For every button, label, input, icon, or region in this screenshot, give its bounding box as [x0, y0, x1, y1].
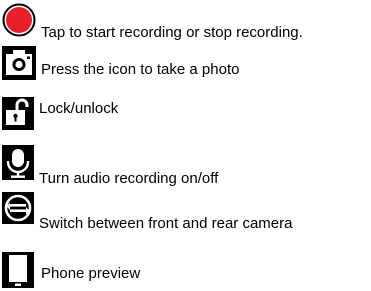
legend-text-lock: Lock/unlock: [39, 100, 119, 117]
legend-text-phone-preview: Phone preview: [41, 265, 141, 282]
camera-icon: [2, 46, 36, 80]
legend-item-record: Tap to start recording or stop recording…: [0, 0, 371, 44]
legend-item-lock: Lock/unlock: [0, 84, 371, 140]
legend-text-record: Tap to start recording or stop recording…: [41, 24, 303, 41]
switch-camera-icon: [2, 192, 34, 224]
legend-item-audio: Turn audio recording on/off: [0, 140, 371, 188]
microphone-icon: [2, 145, 34, 180]
legend-item-photo: Press the icon to take a photo: [0, 44, 371, 84]
phone-icon: [2, 252, 34, 288]
legend-text-switch-camera: Switch between front and rear camera: [39, 215, 293, 232]
legend-item-switch-camera: Switch between front and rear camera: [0, 188, 371, 244]
lock-icon: [2, 97, 34, 130]
legend-text-photo: Press the icon to take a photo: [41, 61, 240, 78]
legend-item-phone-preview: Phone preview: [0, 244, 371, 291]
record-icon: [2, 3, 36, 37]
legend-text-audio: Turn audio recording on/off: [39, 170, 219, 187]
